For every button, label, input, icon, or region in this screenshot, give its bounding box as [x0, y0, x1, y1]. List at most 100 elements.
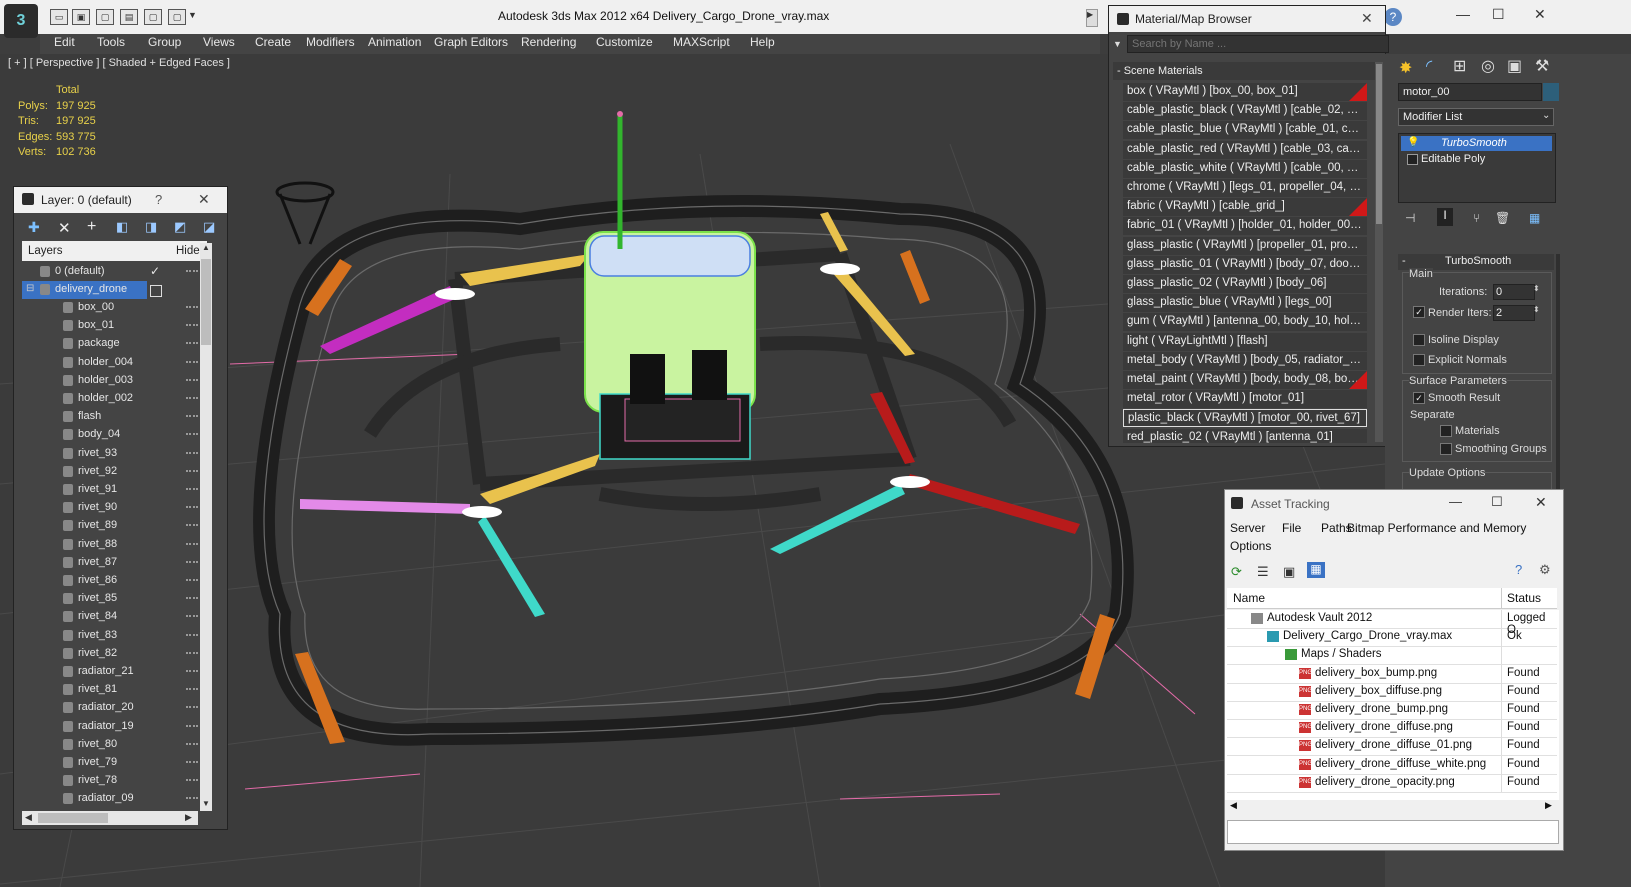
status-column-header[interactable]: Status: [1507, 591, 1541, 605]
remove-modifier-icon[interactable]: 🗑: [1495, 211, 1510, 225]
hide-column-header[interactable]: Hide: [176, 245, 200, 257]
lightbulb-icon[interactable]: 💡: [1407, 137, 1419, 148]
hide-toggle[interactable]: [186, 615, 198, 619]
configure-sets-icon[interactable]: ▦: [1529, 211, 1540, 225]
scroll-left-icon[interactable]: ◀: [25, 812, 32, 823]
scroll-down-icon[interactable]: ▼: [202, 799, 210, 808]
asset-row[interactable]: Delivery_Cargo_Drone_vray.max Ok: [1227, 628, 1557, 648]
material-item[interactable]: cable_plastic_black ( VRayMtl ) [cable_0…: [1123, 102, 1367, 121]
list-view-icon[interactable]: ☰: [1257, 564, 1269, 580]
highlight-layer-icon[interactable]: ◨: [145, 219, 157, 235]
hide-toggle[interactable]: [186, 579, 198, 583]
asset-row[interactable]: PNG delivery_drone_diffuse_white.png Found: [1227, 755, 1557, 775]
layer-object-row[interactable]: rivet_79: [22, 754, 198, 772]
display-tab-icon[interactable]: ▣: [1507, 56, 1522, 76]
asset-tracking-titlebar[interactable]: Asset Tracking — ☐ ✕: [1225, 490, 1563, 516]
undo-icon[interactable]: ▢: [96, 9, 114, 25]
stack-item-editable-poly[interactable]: Editable Poly: [1401, 152, 1552, 167]
scene-materials-list[interactable]: box ( VRayMtl ) [box_00, box_01] cable_pl…: [1109, 83, 1377, 443]
asset-path-field[interactable]: [1227, 820, 1559, 844]
menu-bitmap-performance[interactable]: Bitmap Performance and Memory: [1347, 521, 1526, 535]
pin-stack-icon[interactable]: ⊣: [1405, 211, 1415, 225]
layer-object-row[interactable]: rivet_90: [22, 499, 198, 517]
hide-toggle[interactable]: [186, 324, 198, 328]
search-input[interactable]: [1127, 35, 1389, 53]
layers-column-header[interactable]: Layers: [28, 245, 63, 257]
layer-object-row[interactable]: rivet_82: [22, 645, 198, 663]
asset-row[interactable]: PNG delivery_drone_bump.png Found: [1227, 701, 1557, 720]
scroll-right-icon[interactable]: ▶: [1545, 800, 1552, 811]
current-layer-checkbox[interactable]: [150, 285, 162, 297]
new-layer-icon[interactable]: ✚: [28, 219, 40, 236]
hide-toggle[interactable]: [186, 542, 198, 547]
scroll-thumb[interactable]: [1376, 64, 1382, 224]
material-item[interactable]: fabric ( VRayMtl ) [cable_grid_]: [1123, 198, 1367, 217]
minimize-icon[interactable]: —: [1449, 494, 1462, 509]
isoline-display-checkbox[interactable]: [1413, 334, 1425, 346]
checkmark-icon[interactable]: ✓: [150, 264, 160, 278]
layer-list[interactable]: 0 (default) ✓ ⊟ delivery_drone box_00 box…: [22, 261, 198, 809]
spinner-arrows-icon[interactable]: ⬍: [1533, 284, 1540, 293]
material-item[interactable]: glass_plastic ( VRayMtl ) [propeller_01,…: [1123, 236, 1367, 255]
hide-toggle[interactable]: [186, 742, 198, 747]
redo-icon[interactable]: ▤: [120, 9, 138, 25]
material-item[interactable]: cable_plastic_blue ( VRayMtl ) [cable_01…: [1123, 121, 1367, 140]
layer-object-row[interactable]: rivet_78: [22, 772, 198, 790]
menu-help[interactable]: Help: [750, 35, 775, 49]
layer-object-row[interactable]: rivet_92: [22, 463, 198, 481]
open-file-icon[interactable]: ▭: [50, 9, 68, 25]
hide-toggle[interactable]: [186, 761, 198, 765]
material-item[interactable]: fabric_01 ( VRayMtl ) [holder_01, holder…: [1123, 217, 1367, 236]
material-item[interactable]: glass_plastic_02 ( VRayMtl ) [body_06]: [1123, 275, 1367, 293]
hide-toggle[interactable]: [186, 651, 198, 656]
scroll-left-icon[interactable]: ◀: [1230, 800, 1237, 811]
layer-object-row[interactable]: radiator_09: [22, 790, 198, 808]
maximize-icon[interactable]: ☐: [1492, 6, 1505, 23]
hide-toggle[interactable]: [186, 378, 198, 383]
material-item[interactable]: red_plastic_02 ( VRayMtl ) [antenna_01]: [1123, 428, 1367, 443]
layer-manager-titlebar[interactable]: Layer: 0 (default) ? ✕: [14, 187, 227, 213]
material-item[interactable]: metal_body ( VRayMtl ) [body_05, radiato…: [1123, 351, 1367, 370]
collapse-icon[interactable]: -: [1402, 255, 1406, 267]
hide-toggle[interactable]: [186, 597, 198, 601]
materials-checkbox[interactable]: [1440, 425, 1452, 437]
maximize-icon[interactable]: ☐: [1491, 494, 1503, 510]
hide-toggle[interactable]: [186, 415, 198, 419]
modifier-list-dropdown[interactable]: Modifier List ⌄: [1398, 108, 1554, 126]
asset-row[interactable]: Autodesk Vault 2012 Logged O: [1227, 610, 1557, 636]
layer-object-row[interactable]: holder_002: [22, 390, 198, 408]
layer-list-vscrollbar[interactable]: ▲ ▼: [200, 243, 212, 811]
object-name-field[interactable]: [1398, 83, 1542, 101]
layer-object-row[interactable]: radiator_19: [22, 718, 198, 736]
help-icon[interactable]: ?: [1515, 562, 1522, 577]
material-item[interactable]: glass_plastic_blue ( VRayMtl ) [legs_00]: [1123, 294, 1367, 313]
asset-row[interactable]: PNG delivery_box_bump.png Found: [1227, 664, 1557, 684]
menu-tools[interactable]: Tools: [97, 35, 125, 49]
asset-row[interactable]: PNG delivery_drone_opacity.png Found: [1227, 773, 1557, 793]
layer-object-row[interactable]: radiator_20: [22, 699, 198, 717]
save-file-icon[interactable]: ▣: [72, 9, 90, 25]
hide-toggle[interactable]: [186, 706, 198, 710]
scroll-thumb[interactable]: [38, 813, 108, 823]
close-icon[interactable]: ✕: [1534, 6, 1546, 23]
select-objects-icon[interactable]: ◧: [116, 219, 128, 235]
spinner-arrows-icon[interactable]: ⬍: [1533, 305, 1540, 314]
hierarchy-tab-icon[interactable]: ⊞: [1453, 56, 1466, 76]
hide-toggle[interactable]: [186, 524, 198, 528]
stack-item-turbosmooth[interactable]: 💡 TurboSmooth: [1401, 136, 1552, 151]
smooth-result-checkbox[interactable]: ✓: [1413, 392, 1425, 404]
hide-toggle[interactable]: [186, 451, 198, 456]
layer-object-row[interactable]: rivet_93: [22, 445, 198, 463]
project-folder-icon[interactable]: ▢: [144, 9, 162, 25]
menu-views[interactable]: Views: [203, 35, 235, 49]
layer-object-row[interactable]: rivet_91: [22, 481, 198, 499]
material-item[interactable]: box ( VRayMtl ) [box_00, box_01]: [1123, 83, 1367, 101]
menu-server[interactable]: Server: [1230, 521, 1265, 535]
layer-object-row[interactable]: rivet_88: [22, 536, 198, 554]
workspace-icon[interactable]: ▢: [168, 9, 186, 25]
close-icon[interactable]: ✕: [1361, 10, 1373, 27]
menu-edit[interactable]: Edit: [54, 35, 75, 49]
layer-row-default[interactable]: 0 (default) ✓: [22, 263, 198, 281]
column-divider[interactable]: [1501, 588, 1502, 608]
layer-object-row[interactable]: rivet_84: [22, 608, 198, 626]
